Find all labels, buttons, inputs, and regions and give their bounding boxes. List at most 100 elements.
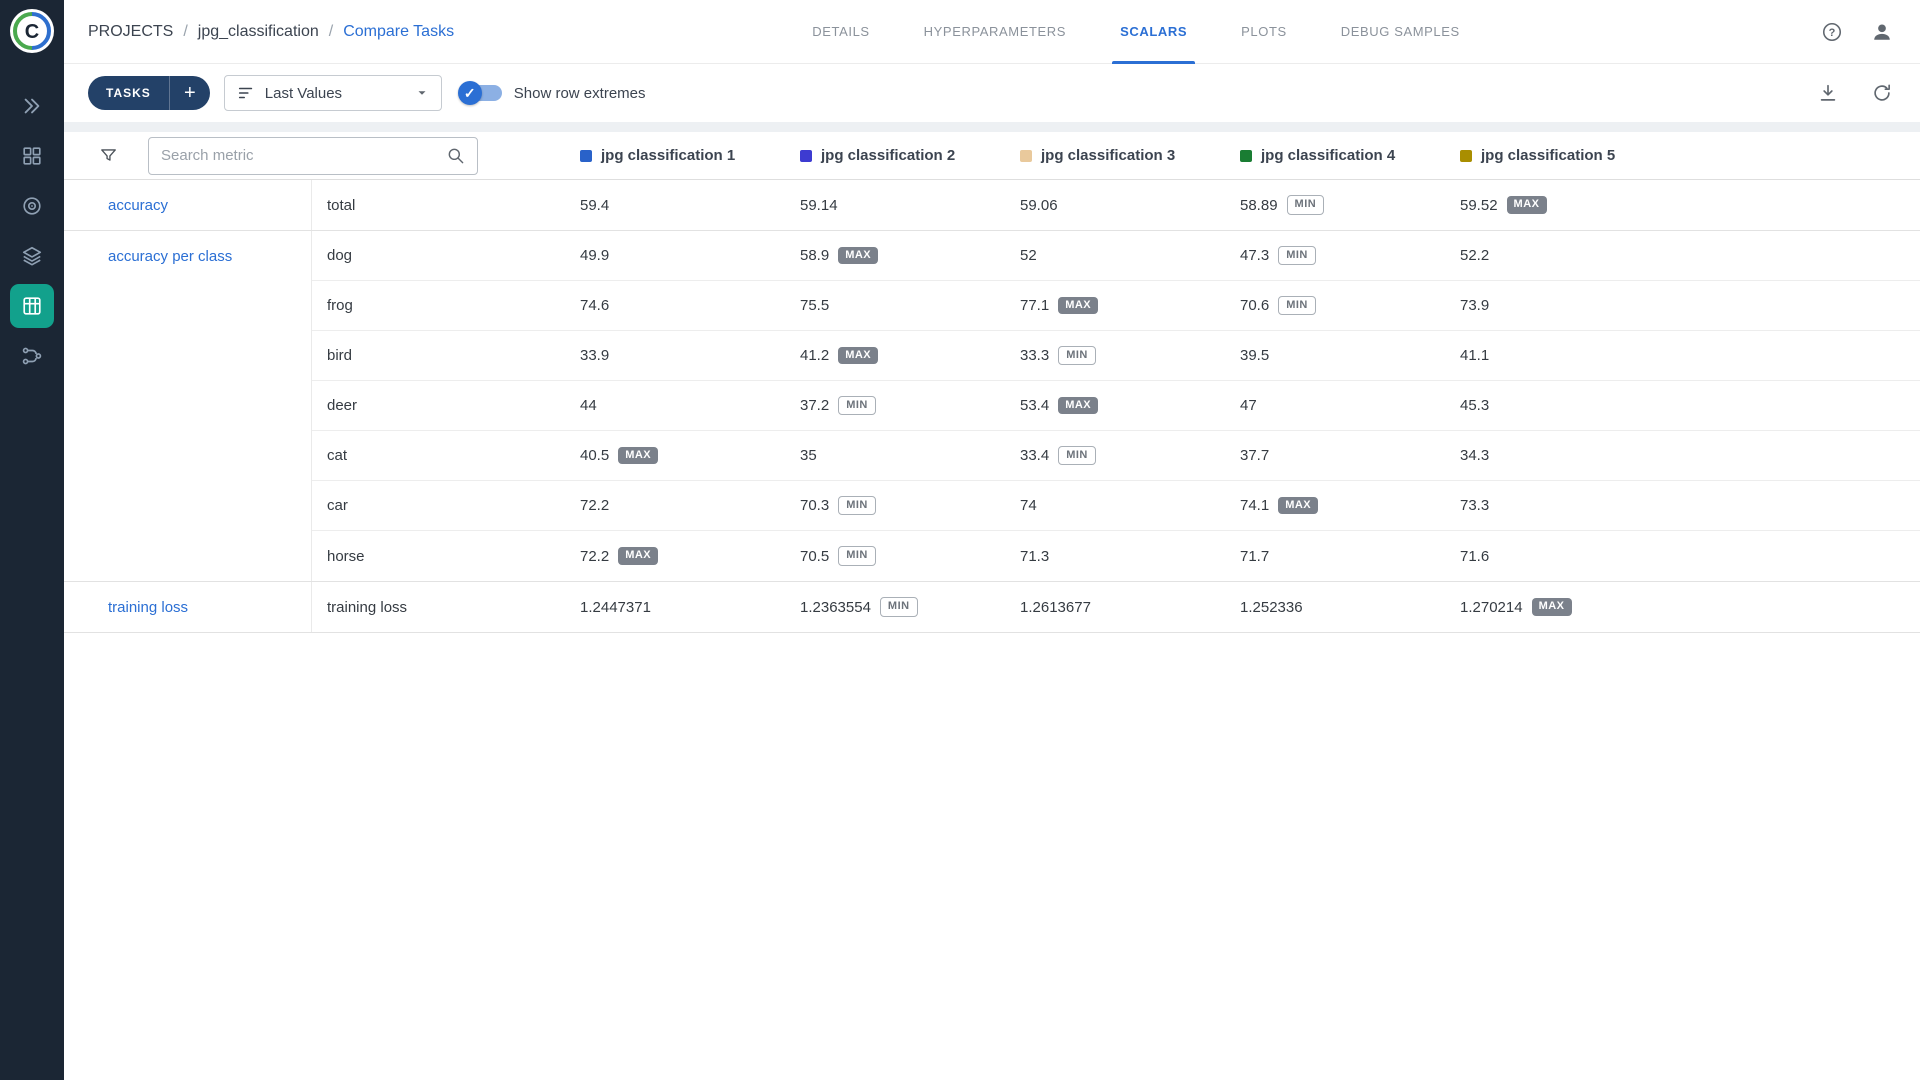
row-filler — [1678, 331, 1920, 381]
metric-value-cell: 59.4 — [578, 180, 798, 230]
metric-value: 70.3 — [800, 497, 829, 514]
app-window: C PROJECTS/jpg_classification/Compare Ta… — [0, 0, 1920, 1080]
user-avatar-icon[interactable] — [1868, 18, 1896, 46]
variant-name-cell: total — [312, 180, 578, 230]
experiment-column-header[interactable]: jpg classification 4 — [1238, 147, 1458, 164]
tasks-button-group: TASKS + — [88, 76, 210, 110]
metric-value: 75.5 — [800, 297, 829, 314]
tab-scalars[interactable]: SCALARS — [1098, 0, 1209, 64]
min-badge: MIN — [1278, 246, 1316, 266]
tab-bar: DETAILSHYPERPARAMETERSSCALARSPLOTSDEBUG … — [454, 0, 1818, 64]
dashboard-grid-icon[interactable] — [10, 134, 54, 178]
metric-value-cell: 1.2613677 — [1018, 582, 1238, 632]
toolbar: TASKS + Last Values ✓ Show row extremes — [64, 64, 1920, 122]
refresh-icon[interactable] — [1868, 79, 1896, 107]
metric-value-cell: 58.9MAX — [798, 231, 1018, 281]
table-row: frog74.675.577.1MAX70.6MIN73.9 — [64, 281, 1920, 331]
breadcrumb-item[interactable]: jpg_classification — [198, 23, 319, 41]
metric-group: accuracytotal59.459.1459.0658.89MIN59.52… — [64, 180, 1920, 231]
metric-value: 59.52 — [1460, 197, 1498, 214]
search-box — [148, 137, 478, 175]
variant-name-cell: bird — [312, 331, 578, 381]
metric-value-cell: 1.2363554MIN — [798, 582, 1018, 632]
layers-icon[interactable] — [10, 234, 54, 278]
metric-value-cell: 58.89 MIN — [1238, 180, 1458, 230]
metric-value: 74.1 — [1240, 497, 1269, 514]
variant-name-cell: car — [312, 481, 578, 531]
min-badge: MIN — [1278, 296, 1316, 316]
table-row: accuracy per classdog49.958.9MAX5247.3MI… — [64, 231, 1920, 281]
min-badge: MIN — [838, 496, 876, 516]
metric-value-cell: 37.2MIN — [798, 381, 1018, 431]
metric-value-cell: 70.5MIN — [798, 531, 1018, 581]
metric-name-link[interactable]: accuracy per class — [108, 248, 232, 265]
workers-target-icon[interactable] — [10, 184, 54, 228]
metric-value-cell: 44 — [578, 381, 798, 431]
min-badge: MIN — [1287, 195, 1325, 215]
metric-value-cell: 73.9 — [1458, 281, 1678, 331]
table-row: deer4437.2MIN53.4MAX4745.3 — [64, 381, 1920, 431]
experiment-name: jpg classification 2 — [821, 147, 955, 164]
row-filler — [1678, 531, 1920, 581]
tab-plots[interactable]: PLOTS — [1219, 0, 1309, 64]
compare-table-icon[interactable] — [10, 284, 54, 328]
experiment-column-header[interactable]: jpg classification 2 — [798, 147, 1018, 164]
experiment-color-swatch — [1460, 150, 1472, 162]
metric-value-cell: 72.2 — [578, 481, 798, 531]
metric-value: 49.9 — [580, 247, 609, 264]
variant-name-cell: cat — [312, 431, 578, 481]
metric-value: 33.9 — [580, 347, 609, 364]
metric-value-cell: 33.4MIN — [1018, 431, 1238, 481]
tab-debug-samples[interactable]: DEBUG SAMPLES — [1319, 0, 1482, 64]
metric-value: 1.252336 — [1240, 599, 1303, 616]
add-task-button[interactable]: + — [170, 76, 210, 110]
metric-name-link[interactable]: training loss — [108, 599, 188, 616]
breadcrumb: PROJECTS/jpg_classification/Compare Task… — [88, 23, 454, 41]
experiment-name: jpg classification 1 — [601, 147, 735, 164]
tab-details[interactable]: DETAILS — [790, 0, 891, 64]
variant-name-cell: deer — [312, 381, 578, 431]
row-filler — [1678, 481, 1920, 531]
metric-value-cell: 75.5 — [798, 281, 1018, 331]
metric-value: 39.5 — [1240, 347, 1269, 364]
tasks-button[interactable]: TASKS — [88, 76, 170, 110]
metric-name-cell: accuracy per class — [64, 231, 312, 281]
metric-value: 37.2 — [800, 397, 829, 414]
max-badge: MAX — [838, 247, 878, 265]
experiment-column-header[interactable]: jpg classification 1 — [578, 147, 798, 164]
metric-value: 70.5 — [800, 548, 829, 565]
breadcrumb-item[interactable]: Compare Tasks — [343, 23, 454, 41]
download-icon[interactable] — [1814, 79, 1842, 107]
experiment-column-header[interactable]: jpg classification 3 — [1018, 147, 1238, 164]
row-filler — [1678, 231, 1920, 281]
table-row: accuracytotal59.459.1459.0658.89MIN59.52… — [64, 180, 1920, 230]
metric-value-cell: 70.6MIN — [1238, 281, 1458, 331]
values-mode-dropdown[interactable]: Last Values — [224, 75, 442, 111]
metric-value: 59.4 — [580, 197, 609, 214]
clearml-logo[interactable]: C — [9, 8, 55, 54]
metric-value-cell: 71.3 — [1018, 531, 1238, 581]
metric-value-cell: 34.3 — [1458, 431, 1678, 481]
tab-hyperparameters[interactable]: HYPERPARAMETERS — [902, 0, 1088, 64]
double-chevron-icon[interactable] — [10, 84, 54, 128]
table-header-row: jpg classification 1 jpg classification 2… — [64, 132, 1920, 180]
breadcrumb-item[interactable]: PROJECTS — [88, 23, 173, 41]
metric-value: 58.89 — [1240, 197, 1278, 214]
help-icon[interactable]: ? — [1818, 18, 1846, 46]
search-metric-input[interactable] — [161, 147, 446, 164]
metric-value: 52.2 — [1460, 247, 1489, 264]
metric-value: 1.2613677 — [1020, 599, 1091, 616]
values-mode-value: Last Values — [265, 85, 342, 102]
metric-value-cell: 59.06 — [1018, 180, 1238, 230]
pipelines-icon[interactable] — [10, 334, 54, 378]
filter-icon[interactable] — [96, 144, 120, 168]
row-filler — [1678, 431, 1920, 481]
metric-value-cell: 49.9 — [578, 231, 798, 281]
experiment-column-header[interactable]: jpg classification 5 — [1458, 147, 1678, 164]
metric-name-link[interactable]: accuracy — [108, 197, 168, 214]
metric-value-cell: 39.5 — [1238, 331, 1458, 381]
show-row-extremes-toggle[interactable]: ✓ — [460, 85, 502, 101]
table-row: training losstraining loss1.24473711.236… — [64, 582, 1920, 632]
metric-search-cell — [64, 137, 578, 175]
metric-value: 72.2 — [580, 548, 609, 565]
